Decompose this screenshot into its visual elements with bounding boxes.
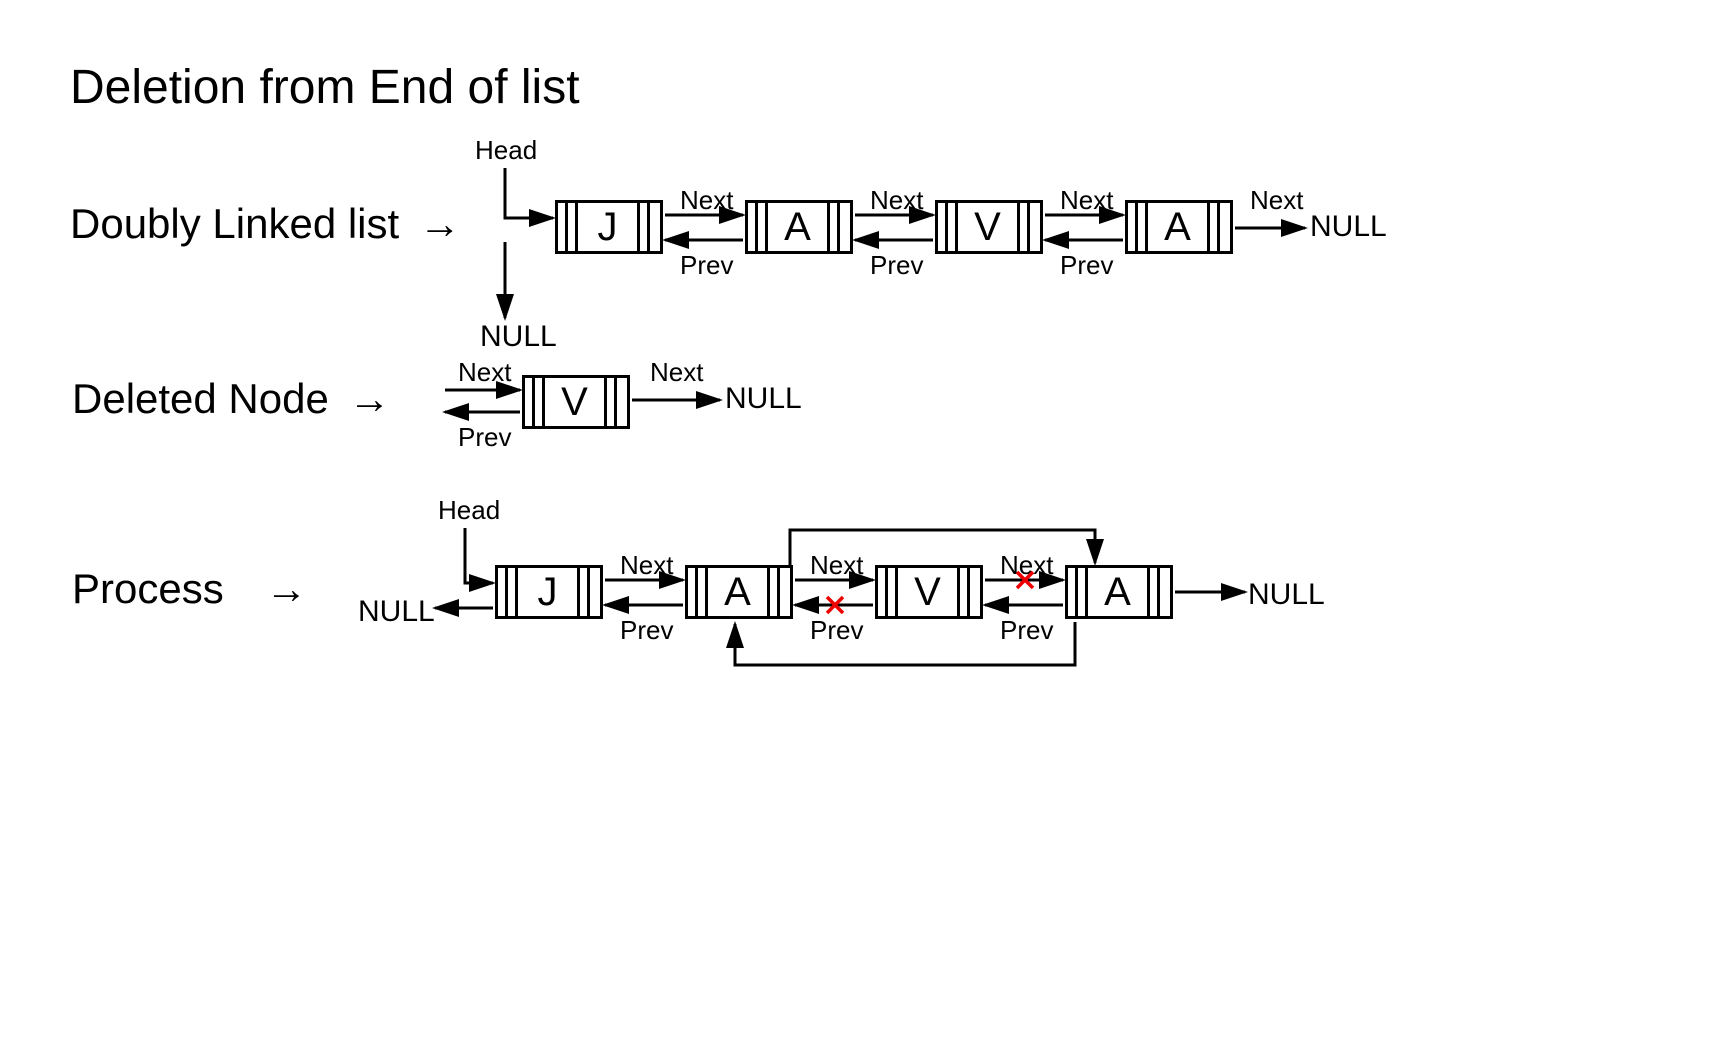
node-next-cell2 xyxy=(1030,203,1040,251)
node-next-cell2 xyxy=(970,568,980,616)
node-prev-cell2 xyxy=(1138,203,1148,251)
node-prev-cell xyxy=(498,568,508,616)
head-label-process: Head xyxy=(438,495,500,526)
node-next-cell2 xyxy=(1160,568,1170,616)
node-next-cell2 xyxy=(1220,203,1230,251)
row-label-deleted: Deleted Node → xyxy=(72,375,391,423)
node-prev-cell2 xyxy=(888,568,898,616)
node-next-cell2 xyxy=(617,378,627,426)
dll-text: Doubly Linked list xyxy=(70,200,399,247)
prev-label-process-01: Prev xyxy=(620,615,673,646)
node-value: A xyxy=(768,203,830,251)
node-prev-cell2 xyxy=(568,203,578,251)
node-next-cell xyxy=(960,568,970,616)
dll-node-1: A xyxy=(745,200,853,254)
node-next-cell xyxy=(607,378,617,426)
node-next-cell xyxy=(770,568,780,616)
prev-label-dll-12: Prev xyxy=(870,250,923,281)
arrows-overlay xyxy=(0,0,1721,1055)
node-next-cell xyxy=(580,568,590,616)
node-next-cell2 xyxy=(840,203,850,251)
node-prev-cell xyxy=(525,378,535,426)
node-prev-cell2 xyxy=(698,568,708,616)
process-node-0: J xyxy=(495,565,603,619)
node-value: J xyxy=(518,568,580,616)
deleted-node: V xyxy=(522,375,630,429)
node-next-cell xyxy=(1020,203,1030,251)
null-label-process-right: NULL xyxy=(1248,578,1325,612)
node-next-cell xyxy=(830,203,840,251)
node-value: V xyxy=(545,378,607,426)
node-prev-cell xyxy=(1128,203,1138,251)
next-label-deleted-right: Next xyxy=(650,357,703,388)
node-next-cell xyxy=(1210,203,1220,251)
next-label-dll-01: Next xyxy=(680,185,733,216)
dll-arrow: → xyxy=(419,200,461,247)
node-prev-cell xyxy=(558,203,568,251)
process-node-1: A xyxy=(685,565,793,619)
node-prev-cell xyxy=(1068,568,1078,616)
process-node-2: V xyxy=(875,565,983,619)
process-arrow: → xyxy=(265,565,307,612)
dll-node-2: V xyxy=(935,200,1043,254)
diagram-title: Deletion from End of list xyxy=(70,60,580,115)
node-prev-cell xyxy=(748,203,758,251)
prev-label-process-23: Prev xyxy=(1000,615,1053,646)
node-prev-cell2 xyxy=(508,568,518,616)
node-prev-cell2 xyxy=(948,203,958,251)
node-next-cell2 xyxy=(650,203,660,251)
null-label-process-left: NULL xyxy=(358,595,435,629)
node-prev-cell xyxy=(878,568,888,616)
node-next-cell xyxy=(1150,568,1160,616)
row-label-dll: Doubly Linked list → xyxy=(70,200,461,248)
node-prev-cell xyxy=(688,568,698,616)
node-prev-cell2 xyxy=(535,378,545,426)
prev-label-deleted-left: Prev xyxy=(458,422,511,453)
null-label-dll-down: NULL xyxy=(480,320,557,354)
node-next-cell xyxy=(640,203,650,251)
next-label-process-12: Next xyxy=(810,550,863,581)
node-value: A xyxy=(1088,568,1150,616)
node-value: V xyxy=(958,203,1020,251)
node-value: J xyxy=(578,203,640,251)
next-label-dll-23: Next xyxy=(1060,185,1113,216)
next-label-dll-12: Next xyxy=(870,185,923,216)
prev-label-dll-01: Prev xyxy=(680,250,733,281)
node-prev-cell2 xyxy=(758,203,768,251)
next-label-dll-end: Next xyxy=(1250,185,1303,216)
dll-node-3: A xyxy=(1125,200,1233,254)
dll-node-0: J xyxy=(555,200,663,254)
node-next-cell2 xyxy=(780,568,790,616)
node-value: A xyxy=(708,568,770,616)
deleted-arrow: → xyxy=(349,375,391,422)
row-label-process: Process → xyxy=(72,565,307,613)
process-node-3: A xyxy=(1065,565,1173,619)
node-next-cell2 xyxy=(590,568,600,616)
head-label-dll: Head xyxy=(475,135,537,166)
process-text: Process xyxy=(72,565,224,612)
next-label-deleted-left: Next xyxy=(458,357,511,388)
prev-label-process-12: Prev xyxy=(810,615,863,646)
node-value: V xyxy=(898,568,960,616)
next-label-process-01: Next xyxy=(620,550,673,581)
deleted-text: Deleted Node xyxy=(72,375,329,422)
null-label-deleted: NULL xyxy=(725,382,802,416)
node-prev-cell2 xyxy=(1078,568,1088,616)
next-label-process-23: Next xyxy=(1000,550,1053,581)
node-value: A xyxy=(1148,203,1210,251)
node-prev-cell xyxy=(938,203,948,251)
prev-label-dll-23: Prev xyxy=(1060,250,1113,281)
null-label-dll-end: NULL xyxy=(1310,210,1387,244)
